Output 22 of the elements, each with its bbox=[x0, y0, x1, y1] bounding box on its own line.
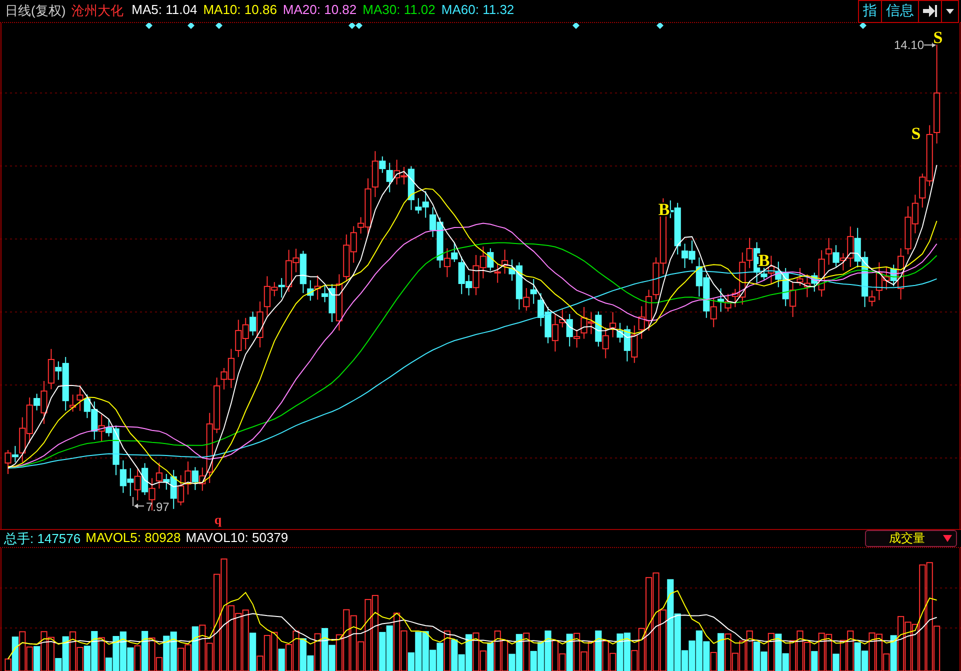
volume-value: MAVOL10: 50379 bbox=[186, 530, 288, 546]
diamond-marker bbox=[146, 23, 152, 29]
signal-label: S bbox=[911, 124, 921, 143]
ma-value: MA30: 11.02 bbox=[362, 2, 436, 19]
caret-icon bbox=[943, 535, 952, 542]
signal-label: S bbox=[933, 28, 943, 47]
ma-value: MA5: 11.04 bbox=[132, 2, 198, 19]
period-label: 日线(复权) bbox=[5, 2, 66, 20]
ma-value: MA60: 11.32 bbox=[441, 2, 514, 19]
marker-label: q bbox=[214, 512, 222, 527]
ma-value: MA20: 10.82 bbox=[282, 2, 357, 19]
diamond-marker bbox=[656, 23, 664, 29]
arrow-to-bar-icon bbox=[923, 5, 937, 17]
volume-value: MAVOL5: 80928 bbox=[86, 530, 181, 546]
indicator-dropdown[interactable]: 成交量 bbox=[865, 530, 957, 547]
diamond-marker bbox=[216, 23, 222, 29]
ma-value: MA10: 10.86 bbox=[203, 2, 277, 19]
caret-icon bbox=[946, 8, 954, 14]
diamond-marker bbox=[572, 23, 580, 29]
diamond-marker bbox=[188, 23, 194, 29]
volume-value: 总手: 147576 bbox=[4, 530, 81, 548]
stock-name: 沧州大化 bbox=[72, 2, 124, 20]
